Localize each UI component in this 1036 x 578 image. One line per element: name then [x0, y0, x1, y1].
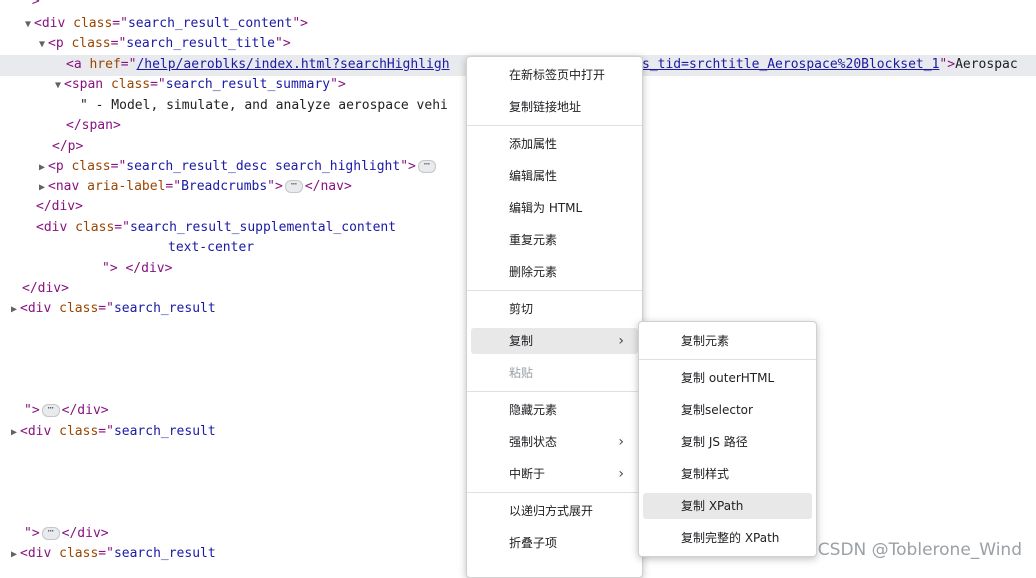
menu-break-on-label: 中断于	[509, 467, 546, 481]
collapse-triangle-icon[interactable]: ▶	[8, 423, 20, 443]
menu-add-attribute[interactable]: 添加属性	[471, 131, 638, 157]
submenu-copy-outerhtml[interactable]: 复制 outerHTML	[643, 365, 812, 391]
menu-delete-element[interactable]: 删除元素	[471, 259, 638, 285]
menu-break-on[interactable]: 中断于 ›	[471, 461, 638, 487]
submenu-copy-xpath[interactable]: 复制 XPath	[643, 493, 812, 519]
dom-line[interactable]: "> ⋯ </div>	[24, 401, 109, 421]
menu-separator	[467, 492, 642, 493]
chevron-right-icon: ›	[618, 434, 624, 450]
dom-line[interactable]: ▼ <div class="search_result_content">	[22, 14, 308, 34]
dom-line[interactable]: text-center	[168, 238, 254, 258]
expand-triangle-icon[interactable]: ▼	[36, 35, 48, 55]
collapse-triangle-icon[interactable]: ▶	[8, 545, 20, 565]
dom-line[interactable]: <div class="search_result_supplemental_c…	[36, 218, 396, 238]
dom-line[interactable]: ▶ <div class="search_result	[8, 422, 216, 442]
dom-line-tail[interactable]: s_tid=srchtitle_Aerospace%20Blockset_1">…	[642, 55, 1018, 75]
submenu-copy-full-xpath[interactable]: 复制完整的 XPath	[643, 525, 812, 551]
submenu-copy-styles[interactable]: 复制样式	[643, 461, 812, 487]
dom-line[interactable]: ▶ <nav aria-label="Breadcrumbs"> ⋯ </nav>	[36, 177, 352, 197]
menu-force-state-label: 强制状态	[509, 435, 558, 449]
ellipsis-icon[interactable]: ⋯	[417, 160, 436, 173]
menu-cut[interactable]: 剪切	[471, 296, 638, 322]
dom-line[interactable]: ▶ <p class="search_result_desc search_hig…	[36, 157, 438, 177]
submenu-copy-selector[interactable]: 复制selector	[643, 397, 812, 423]
href-link-tail[interactable]: s_tid=srchtitle_Aerospace%20Blockset_1	[642, 57, 939, 72]
menu-force-state[interactable]: 强制状态 ›	[471, 429, 638, 455]
dom-line[interactable]: </div>	[36, 197, 83, 217]
dom-line[interactable]: ▶ <div class="search_result	[8, 544, 216, 564]
ellipsis-icon[interactable]: ⋯	[41, 527, 60, 540]
menu-hide-element[interactable]: 隐藏元素	[471, 397, 638, 423]
collapse-triangle-icon[interactable]: ▶	[8, 300, 20, 320]
submenu-copy-element[interactable]: 复制元素	[643, 328, 812, 354]
menu-edit-as-html[interactable]: 编辑为 HTML	[471, 195, 638, 221]
tag-text: ">	[24, 0, 40, 9]
menu-edit-attribute[interactable]: 编辑属性	[471, 163, 638, 189]
menu-duplicate-element[interactable]: 重复元素	[471, 227, 638, 253]
menu-separator	[467, 391, 642, 392]
chevron-right-icon: ›	[618, 466, 624, 482]
dom-line[interactable]: </p>	[52, 137, 83, 157]
ellipsis-icon[interactable]: ⋯	[284, 180, 303, 193]
watermark: CSDN @Toblerone_Wind	[817, 540, 1022, 560]
menu-copy-link-address[interactable]: 复制链接地址	[471, 94, 638, 120]
dom-text-node[interactable]: " - Model, simulate, and analyze aerospa…	[80, 96, 448, 116]
menu-paste: 粘贴	[509, 366, 534, 380]
dom-line[interactable]: ▼ <span class="search_result_summary">	[52, 75, 346, 95]
dom-line-selected[interactable]: <a href="/help/aeroblks/index.html?searc…	[66, 55, 450, 75]
menu-open-new-tab[interactable]: 在新标签页中打开	[471, 62, 638, 88]
menu-copy[interactable]: 复制 ›	[471, 328, 638, 354]
dom-line[interactable]: ▼ <p class="search_result_title">	[36, 34, 291, 54]
menu-separator	[639, 359, 816, 360]
dom-line[interactable]: "> </div>	[102, 259, 172, 279]
href-link[interactable]: /help/aeroblks/index.html?searchHighligh	[136, 57, 449, 72]
menu-separator	[467, 290, 642, 291]
ellipsis-icon[interactable]: ⋯	[41, 404, 60, 417]
copy-submenu: 复制元素 复制 outerHTML 复制selector 复制 JS 路径 复制…	[638, 321, 817, 557]
menu-separator	[467, 125, 642, 126]
dom-line[interactable]: </span>	[66, 116, 121, 136]
expand-triangle-icon[interactable]: ▼	[22, 15, 34, 35]
dom-line[interactable]: "> ⋯ </div>	[24, 524, 109, 544]
chevron-right-icon: ›	[618, 333, 624, 349]
dom-line[interactable]: ▶ <div class="search_result	[8, 299, 216, 319]
menu-copy-label: 复制	[509, 334, 534, 348]
collapse-triangle-icon[interactable]: ▶	[36, 158, 48, 178]
expand-triangle-icon[interactable]: ▼	[52, 76, 64, 96]
context-menu: 在新标签页中打开 复制链接地址 添加属性 编辑属性 编辑为 HTML 重复元素 …	[466, 56, 643, 578]
submenu-copy-js-path[interactable]: 复制 JS 路径	[643, 429, 812, 455]
dom-line[interactable]: </div>	[22, 279, 69, 299]
menu-collapse-children[interactable]: 折叠子项	[471, 530, 638, 556]
dom-line[interactable]: ">	[24, 0, 40, 12]
collapse-triangle-icon[interactable]: ▶	[36, 178, 48, 198]
menu-expand-recursively[interactable]: 以递归方式展开	[471, 498, 638, 524]
